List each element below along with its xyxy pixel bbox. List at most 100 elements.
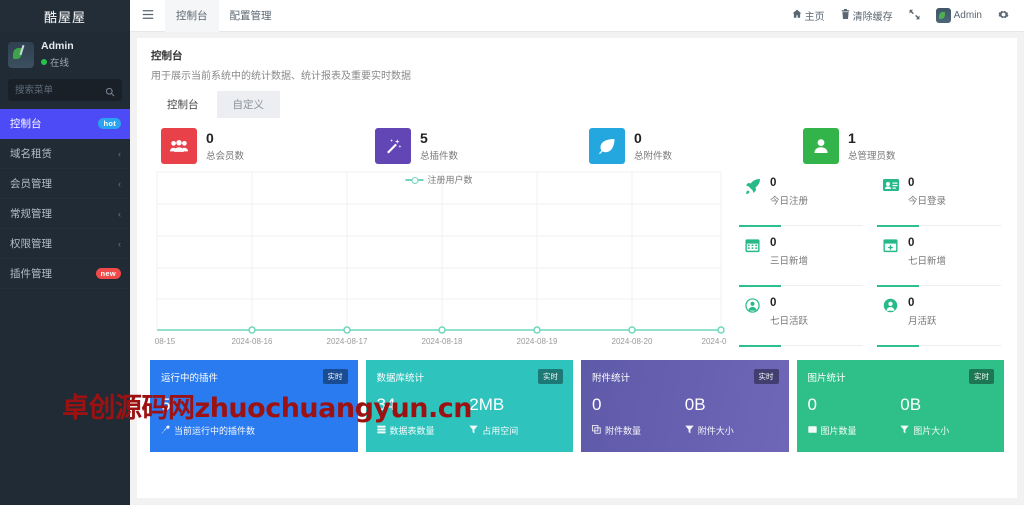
chart-legend[interactable]: 注册用户数 — [405, 173, 473, 186]
stat-label: 总管理员数 — [848, 151, 896, 163]
clear-cache-button[interactable]: 清除缓存 — [834, 0, 900, 32]
card-value: 5 — [161, 395, 171, 414]
mini-stat-today-login[interactable]: 0 今日登录 — [877, 170, 1005, 230]
registration-chart: 注册用户数 08-15 2024-08-16 2024-08-17 2024-0… — [149, 170, 729, 350]
divider — [877, 224, 1001, 227]
sidebar-item-permission-manage[interactable]: 权限管理 ‹ — [0, 229, 130, 259]
card-running-plugins[interactable]: 运行中的插件 实时 5 当前运行中的插件数 — [150, 360, 358, 452]
x-tick-5: 2024-08-20 — [612, 337, 653, 346]
topbar: 控制台 配置管理 主页 清除缓存 Admin — [130, 0, 1024, 32]
card-title: 运行中的插件 — [161, 373, 219, 384]
mini-stat-today-register[interactable]: 0 今日注册 — [739, 170, 867, 230]
filter-icon — [900, 425, 909, 436]
user-circle-icon — [745, 298, 763, 317]
card-foot: 图片大小 — [900, 424, 993, 437]
card-image-stats[interactable]: 图片统计 实时 0 0B 图片数量 图片大小 — [796, 360, 1004, 452]
stat-value: 5 — [420, 129, 428, 146]
card-foot-label: 占用空间 — [482, 426, 519, 436]
top-tabs: 控制台 配置管理 — [165, 0, 283, 32]
card-foot: 图片数量 — [807, 424, 901, 437]
mini-stat-three-day-new[interactable]: 0 三日新增 — [739, 230, 867, 290]
sidebar-item-plugin-manage[interactable]: 插件管理 new — [0, 259, 130, 289]
page-title: 控制台 — [151, 50, 183, 62]
gear-icon — [998, 9, 1009, 23]
sidebar-item-dashboard[interactable]: 控制台 hot — [0, 109, 130, 139]
user-menu-label: Admin — [953, 10, 982, 21]
online-dot-icon — [41, 59, 47, 65]
mini-stat-label: 七日新增 — [908, 255, 947, 267]
mini-stat-label: 三日新增 — [770, 255, 809, 267]
sidebar-badge-hot: hot — [98, 118, 121, 129]
search-icon[interactable] — [105, 84, 115, 102]
main-area: 控制台 配置管理 主页 清除缓存 Admin 控制台 用于展示当前系统中的统计数… — [130, 0, 1024, 505]
mini-stat-label: 七日活跃 — [770, 315, 809, 327]
sidebar-item-label: 插件管理 — [10, 268, 52, 280]
hamburger-icon[interactable] — [130, 9, 165, 23]
mini-stats-row-2: 0 三日新增 0 七日新增 — [739, 230, 1005, 290]
panel-header: 控制台 用于展示当前系统中的统计数据、统计报表及重要实时数据 控制台 自定义 — [137, 38, 1017, 118]
panel-tab-custom[interactable]: 自定义 — [216, 91, 280, 118]
panel-tab-dashboard[interactable]: 控制台 — [151, 91, 215, 118]
user-circle-filled-icon — [883, 298, 901, 317]
user-menu-button[interactable]: Admin — [929, 0, 989, 32]
sidebar-item-label: 常规管理 — [10, 208, 52, 220]
chevron-left-icon: ‹ — [118, 208, 121, 219]
card-foot: 当前运行中的插件数 — [161, 424, 347, 437]
sidebar: 酷屋屋 Admin 在线 搜索菜单 控制台 hot 域名租赁 ‹ 会员管理 ‹ … — [0, 0, 130, 505]
mini-stat-seven-day-active[interactable]: 0 七日活跃 — [739, 290, 867, 350]
card-foot: 占用空间 — [469, 424, 562, 437]
card-foot-label: 数据表数量 — [389, 426, 435, 436]
sidebar-menu: 控制台 hot 域名租赁 ‹ 会员管理 ‹ 常规管理 ‹ 权限管理 ‹ 插件管理… — [0, 109, 130, 289]
card-attachment-stats[interactable]: 附件统计 实时 0 0B 附件数量 附件大小 — [581, 360, 789, 452]
stat-total-admins[interactable]: 1 总管理员数 — [791, 128, 1005, 164]
mini-stat-month-active[interactable]: 0 月活跃 — [877, 290, 1005, 350]
stat-total-attachments[interactable]: 0 总附件数 — [577, 128, 791, 164]
mini-stat-value: 0 — [908, 177, 915, 189]
sidebar-user[interactable]: Admin 在线 — [0, 32, 130, 75]
tab-dashboard[interactable]: 控制台 — [165, 0, 219, 32]
users-icon — [161, 128, 197, 164]
legend-label: 注册用户数 — [427, 175, 473, 185]
fullscreen-button[interactable] — [902, 0, 927, 32]
card-foot-label: 当前运行中的插件数 — [174, 426, 256, 436]
chart-svg: 08-15 2024-08-16 2024-08-17 2024-08-18 2… — [155, 171, 727, 346]
card-title: 图片统计 — [807, 373, 846, 384]
mini-stat-value: 0 — [770, 297, 777, 309]
card-database-stats[interactable]: 数据库统计 实时 34 2MB 数据表数量 占用空间 — [365, 360, 573, 452]
chevron-left-icon: ‹ — [118, 238, 121, 249]
mini-stat-value: 0 — [770, 177, 777, 189]
mini-stat-value: 0 — [770, 237, 777, 249]
mini-stat-seven-day-new[interactable]: 0 七日新增 — [877, 230, 1005, 290]
card-value: 0 — [807, 395, 817, 414]
x-tick-1: 2024-08-16 — [232, 337, 273, 346]
stat-value: 0 — [634, 129, 642, 146]
settings-button[interactable] — [991, 0, 1016, 32]
card-foot-label: 图片数量 — [820, 426, 857, 436]
card-realtime-badge: 实时 — [322, 369, 348, 384]
user-status: 在线 — [41, 55, 74, 69]
card-foot: 附件大小 — [685, 424, 778, 437]
tab-config-manage[interactable]: 配置管理 — [219, 0, 283, 32]
chevron-left-icon: ‹ — [118, 178, 121, 189]
stat-total-plugins[interactable]: 5 总插件数 — [363, 128, 577, 164]
avatar — [8, 41, 34, 68]
sidebar-item-label: 权限管理 — [10, 238, 52, 250]
stat-total-members[interactable]: 0 总会员数 — [149, 128, 363, 164]
content-area: 控制台 用于展示当前系统中的统计数据、统计报表及重要实时数据 控制台 自定义 0… — [130, 32, 1024, 505]
card-value: 0B — [684, 395, 706, 414]
app-root: 酷屋屋 Admin 在线 搜索菜单 控制台 hot 域名租赁 ‹ 会员管理 ‹ … — [0, 0, 1024, 505]
summary-cards: 运行中的插件 实时 5 当前运行中的插件数 数据库统计 实时 34 2MB 数据… — [145, 350, 1009, 464]
database-icon — [376, 425, 386, 436]
brand-title: 酷屋屋 — [0, 0, 130, 32]
x-tick-4: 2024-08-19 — [517, 337, 558, 346]
mini-stat-label: 今日登录 — [908, 195, 947, 207]
divider — [877, 344, 1001, 347]
sidebar-item-general-manage[interactable]: 常规管理 ‹ — [0, 199, 130, 229]
card-foot-label: 图片大小 — [913, 426, 950, 436]
sidebar-item-member-manage[interactable]: 会员管理 ‹ — [0, 169, 130, 199]
chart-canvas: 注册用户数 08-15 2024-08-16 2024-08-17 2024-0… — [149, 170, 729, 348]
sidebar-item-domain-rental[interactable]: 域名租赁 ‹ — [0, 139, 130, 169]
home-button[interactable]: 主页 — [785, 0, 832, 32]
card-realtime-badge: 实时 — [969, 369, 994, 384]
mid-row: 注册用户数 08-15 2024-08-16 2024-08-17 2024-0… — [145, 168, 1009, 350]
